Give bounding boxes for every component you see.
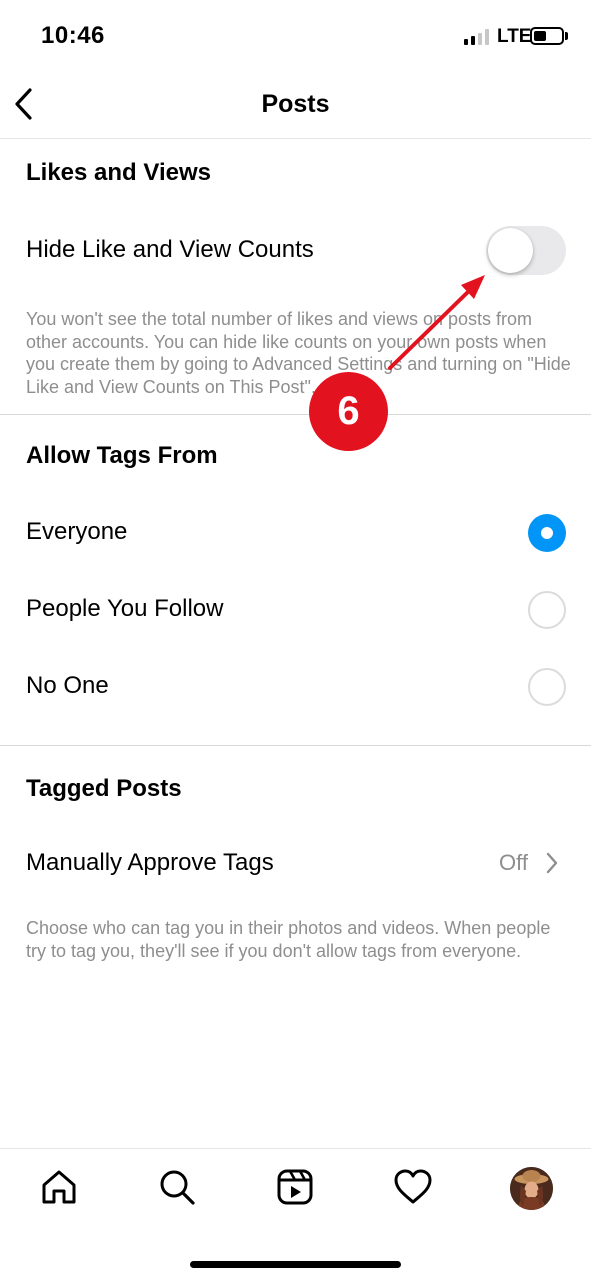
hide-like-counts-label: Hide Like and View Counts xyxy=(26,236,314,263)
hide-like-counts-toggle[interactable] xyxy=(486,226,566,275)
tagged-posts-heading: Tagged Posts xyxy=(26,775,182,802)
nav-bar: Posts xyxy=(0,72,591,139)
radio-everyone-selected[interactable] xyxy=(528,514,566,552)
manually-approve-tags-label: Manually Approve Tags xyxy=(26,849,274,876)
divider xyxy=(0,745,591,746)
tagged-posts-description: Choose who can tag you in their photos a… xyxy=(26,918,551,961)
tab-bar xyxy=(0,1148,591,1280)
reels-icon[interactable] xyxy=(275,1167,315,1209)
battery-icon xyxy=(530,27,564,45)
network-type: LTE xyxy=(497,26,532,47)
search-icon[interactable] xyxy=(157,1167,197,1209)
tag-option-people-you-follow[interactable]: People You Follow xyxy=(0,577,591,643)
radio-people-you-follow[interactable] xyxy=(528,591,566,629)
tag-option-no-one[interactable]: No One xyxy=(0,654,591,720)
heart-icon[interactable] xyxy=(393,1167,433,1209)
radio-no-one[interactable] xyxy=(528,668,566,706)
tag-option-everyone[interactable]: Everyone xyxy=(0,500,591,566)
status-time: 10:46 xyxy=(41,22,105,49)
tag-option-label: People You Follow xyxy=(26,595,224,622)
tag-option-label: No One xyxy=(26,672,109,699)
allow-tags-from-heading: Allow Tags From xyxy=(26,442,218,469)
chevron-right-icon xyxy=(542,850,562,876)
divider xyxy=(0,414,591,415)
manually-approve-tags-value: Off xyxy=(499,850,528,875)
likes-description: You won't see the total number of likes … xyxy=(26,309,571,397)
home-icon[interactable] xyxy=(39,1167,79,1209)
likes-and-views-heading: Likes and Views xyxy=(26,159,211,186)
signal-strength-icon xyxy=(464,29,492,45)
tag-option-label: Everyone xyxy=(26,518,128,545)
home-indicator xyxy=(190,1261,401,1268)
battery-tip xyxy=(565,32,568,40)
status-bar: 10:46 LTE xyxy=(0,0,591,72)
profile-avatar[interactable] xyxy=(510,1167,553,1210)
page-title: Posts xyxy=(261,90,330,118)
step-number-badge: 6 xyxy=(309,372,388,451)
toggle-knob xyxy=(488,228,533,273)
